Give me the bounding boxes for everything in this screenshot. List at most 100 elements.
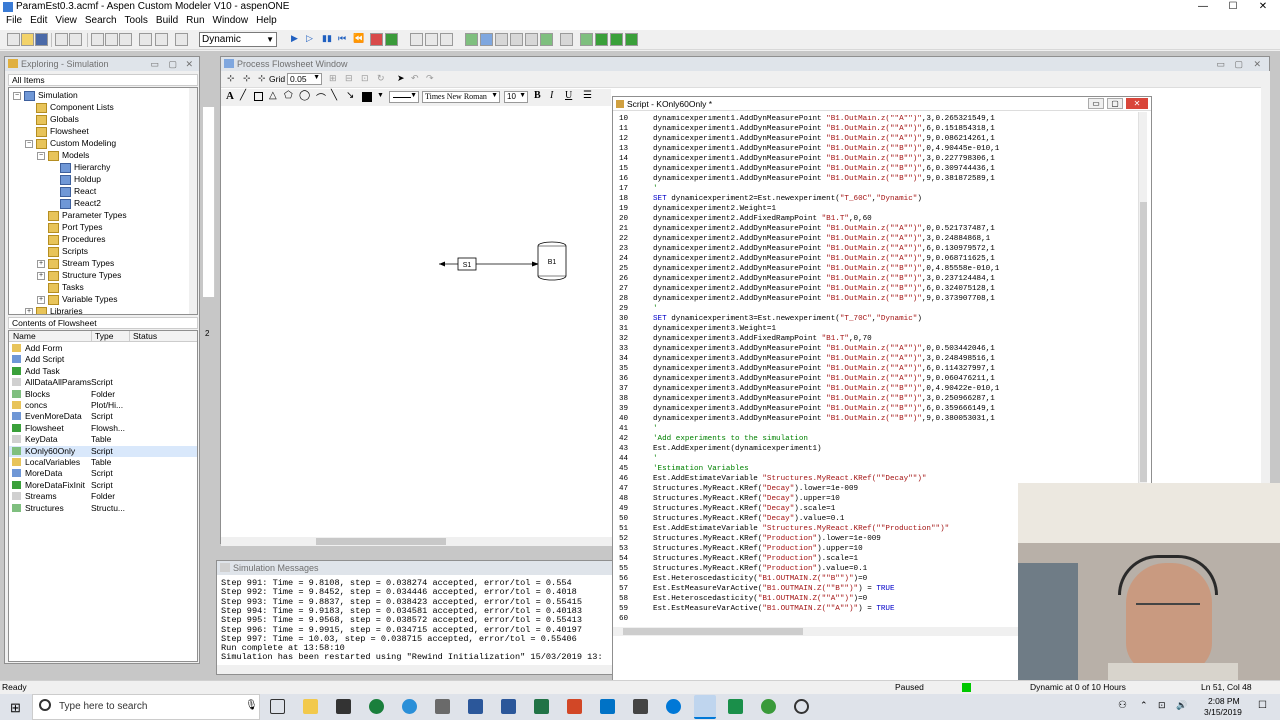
line-style-select[interactable]: ▼ xyxy=(389,91,419,103)
notifications-icon[interactable]: ☐ xyxy=(1258,700,1267,711)
notepad-icon[interactable] xyxy=(435,699,450,714)
arc-tool-icon[interactable]: ⌒ xyxy=(316,90,326,105)
header-type[interactable]: Type xyxy=(91,331,113,341)
print-icon[interactable] xyxy=(55,33,68,46)
specification-icon[interactable] xyxy=(540,33,553,46)
network-icon[interactable]: ⊡ xyxy=(1158,700,1166,711)
flowsheet-icon[interactable] xyxy=(480,33,493,46)
link-icon[interactable] xyxy=(425,33,438,46)
header-status[interactable]: Status xyxy=(129,331,157,341)
tree-item[interactable]: Libraries xyxy=(50,306,83,314)
chrome-icon[interactable] xyxy=(369,699,384,714)
minimize-icon[interactable]: ▭ xyxy=(150,57,159,71)
cut-icon[interactable] xyxy=(91,33,104,46)
menu-tools[interactable]: Tools xyxy=(121,14,152,27)
fill-color-icon[interactable] xyxy=(362,92,372,102)
menu-search[interactable]: Search xyxy=(81,14,121,27)
list-item[interactable]: Blocks Folder xyxy=(9,389,197,400)
people-icon[interactable]: ⚇ xyxy=(1118,700,1127,711)
tree-item[interactable]: Simulation xyxy=(38,90,78,100)
file-explorer-icon[interactable] xyxy=(303,699,318,714)
run-icon[interactable]: ▶ xyxy=(291,33,298,44)
align-left-icon[interactable]: ☰ xyxy=(583,90,592,101)
text-tool-icon[interactable]: A xyxy=(226,90,234,102)
history-icon[interactable] xyxy=(525,33,538,46)
connector-tool-icon[interactable]: ╲ xyxy=(331,90,337,101)
homotopy-icon[interactable] xyxy=(580,33,593,46)
taskbar-search[interactable]: Type here to search 🎙 xyxy=(32,694,260,720)
outlook-icon[interactable] xyxy=(600,699,615,714)
list-item[interactable]: Add Script xyxy=(9,354,197,365)
tree-item[interactable]: Hierarchy xyxy=(74,162,110,172)
help-pointer-icon[interactable] xyxy=(175,33,188,46)
rotate-icon[interactable]: ↻ xyxy=(377,73,385,84)
menu-edit[interactable]: Edit xyxy=(26,14,51,27)
mail-icon[interactable] xyxy=(336,699,351,714)
pause-icon[interactable]: ▮▮ xyxy=(322,33,332,44)
print-preview-icon[interactable] xyxy=(69,33,82,46)
list-item[interactable]: Add Form xyxy=(9,343,197,354)
maximize-button[interactable]: ☐ xyxy=(1218,0,1248,14)
snapshot-icon[interactable] xyxy=(560,33,573,46)
tree-item[interactable]: Stream Types xyxy=(62,258,114,268)
font-size-select[interactable]: 10 ▼ xyxy=(504,91,528,103)
grid-icon[interactable]: ⊹ xyxy=(227,73,235,84)
run-mode-select[interactable]: Dynamic ▼ xyxy=(199,32,277,47)
tree-expander[interactable]: + xyxy=(37,260,45,268)
restart-icon[interactable]: ⏮ xyxy=(338,33,346,44)
italic-button[interactable]: I xyxy=(550,90,553,101)
open-folder-icon[interactable] xyxy=(21,33,34,46)
microphone-icon[interactable]: 🎙 xyxy=(245,700,258,711)
scrollbar-thumb[interactable] xyxy=(1140,202,1147,482)
tools-icon[interactable] xyxy=(385,33,398,46)
underline-button[interactable]: U xyxy=(565,90,572,101)
grid-size-select[interactable]: 0.05 ▼ xyxy=(287,73,322,85)
tree-item[interactable]: Procedures xyxy=(62,234,105,244)
sticky-notes-icon[interactable] xyxy=(468,699,483,714)
arrow-tool-icon[interactable]: ↘ xyxy=(346,90,354,101)
snap-icon[interactable] xyxy=(410,33,423,46)
undo-icon[interactable] xyxy=(139,33,152,46)
list-item[interactable]: Flowsheet Flowsh... xyxy=(9,423,197,434)
menu-run[interactable]: Run xyxy=(182,14,208,27)
list-item[interactable]: LocalVariables Table xyxy=(9,457,197,468)
font-family-select[interactable]: Times New Roman ▼ xyxy=(422,91,500,103)
new-file-icon[interactable] xyxy=(7,33,20,46)
tree-item[interactable]: Tasks xyxy=(62,282,84,292)
close-icon[interactable]: ✕ xyxy=(1126,98,1148,109)
reset-icon[interactable] xyxy=(370,33,383,46)
close-icon[interactable]: ✕ xyxy=(1253,57,1261,71)
undo-draw-icon[interactable]: ↶ xyxy=(411,73,419,84)
scrollbar-thumb[interactable] xyxy=(623,628,803,635)
flowsheet-vertical-scrollbar[interactable] xyxy=(1261,71,1270,537)
calculator-icon[interactable] xyxy=(633,699,648,714)
clock-date[interactable]: 3/15/2019 xyxy=(1204,707,1242,717)
tree-item[interactable]: Globals xyxy=(50,114,79,124)
unlink-icon[interactable] xyxy=(440,33,453,46)
chrome-alt-icon[interactable] xyxy=(402,699,417,714)
zoom-fit-icon[interactable]: ⊡ xyxy=(361,73,369,84)
volume-icon[interactable]: 🔊 xyxy=(1176,700,1187,711)
minimize-icon[interactable]: ▭ xyxy=(1216,57,1225,71)
tree-item[interactable]: Variable Types xyxy=(62,294,117,304)
redo-icon[interactable] xyxy=(155,33,168,46)
aspen-taskbar-button[interactable] xyxy=(694,695,716,719)
zoom-in-icon[interactable]: ⊞ xyxy=(329,73,337,84)
maximize-icon[interactable]: ▢ xyxy=(168,57,177,71)
chevron-down-icon[interactable]: ▼ xyxy=(377,92,384,99)
chevron-up-icon[interactable]: ⌃ xyxy=(1140,700,1148,711)
menu-window[interactable]: Window xyxy=(209,14,253,27)
tree-vertical-scrollbar[interactable] xyxy=(189,88,197,314)
tree-expander[interactable]: + xyxy=(25,308,33,314)
pointer-icon[interactable]: ➤ xyxy=(397,73,405,84)
close-button[interactable]: ✕ xyxy=(1248,0,1278,14)
list-item[interactable]: MoreData Script xyxy=(9,468,197,479)
tree-item[interactable]: Parameter Types xyxy=(62,210,127,220)
tree-item[interactable]: Holdup xyxy=(74,174,101,184)
windows-start-icon[interactable]: ⊞ xyxy=(10,700,21,716)
minimize-icon[interactable]: ▭ xyxy=(1088,98,1104,109)
maximize-icon[interactable]: ▢ xyxy=(1234,57,1243,71)
list-item[interactable]: MoreDataFixInit Script xyxy=(9,480,197,491)
task-view-icon[interactable] xyxy=(270,699,285,714)
close-icon[interactable]: ✕ xyxy=(185,57,193,71)
